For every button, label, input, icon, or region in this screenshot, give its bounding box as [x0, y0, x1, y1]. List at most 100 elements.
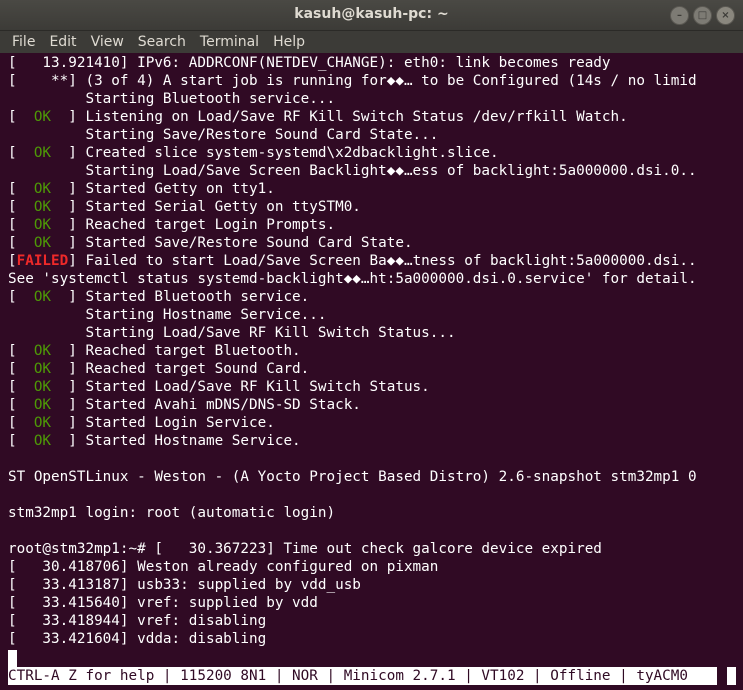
- status-ok: OK: [25, 361, 60, 377]
- terminal-line: [FAILED] Failed to start Load/Save Scree…: [8, 252, 741, 270]
- terminal-output[interactable]: [ 13.921410] IPv6: ADDRCONF(NETDEV_CHANG…: [0, 54, 741, 666]
- line-message: ] Started Bluetooth service.: [59, 289, 310, 305]
- status-ok: OK: [25, 415, 60, 431]
- menu-search[interactable]: Search: [131, 31, 193, 53]
- title-bar[interactable]: kasuh@kasuh-pc: ~ – □ ×: [0, 0, 743, 31]
- line-message: ] Started Getty on tty1.: [59, 181, 275, 197]
- menu-help[interactable]: Help: [266, 31, 312, 53]
- line-message: ] Started Serial Getty on ttySTM0.: [59, 199, 361, 215]
- menu-bar: File Edit View Search Terminal Help: [0, 31, 743, 53]
- line-text: [ 33.415640] vref: supplied by vdd: [8, 595, 318, 611]
- line-text: See 'systemctl status systemd-backlight◆…: [8, 271, 697, 287]
- terminal-line: [ OK ] Started Bluetooth service.: [8, 288, 741, 306]
- menu-file[interactable]: File: [0, 31, 42, 53]
- terminal-line: Starting Load/Save Screen Backlight◆◆…es…: [8, 162, 741, 180]
- line-text: [: [8, 181, 26, 197]
- status-ok: OK: [25, 379, 60, 395]
- terminal-line: See 'systemctl status systemd-backlight◆…: [8, 270, 741, 288]
- status-ok: OK: [25, 289, 60, 305]
- terminal-line: [ OK ] Reached target Sound Card.: [8, 360, 741, 378]
- line-text: [: [8, 199, 26, 215]
- line-text: [ 30.418706] Weston already configured o…: [8, 559, 439, 575]
- terminal-line: [ OK ] Started Serial Getty on ttySTM0.: [8, 198, 741, 216]
- status-bar-end: [727, 667, 736, 685]
- line-message: ] Created slice system-systemd\x2dbackli…: [59, 145, 499, 161]
- minimize-icon[interactable]: –: [670, 6, 689, 25]
- menu-edit[interactable]: Edit: [42, 31, 83, 53]
- line-text: Starting Hostname Service...: [8, 307, 327, 323]
- line-text: stm32mp1 login: root (automatic login): [8, 505, 336, 521]
- terminal-window: kasuh@kasuh-pc: ~ – □ × File Edit View S…: [0, 0, 743, 690]
- terminal-line: [ 33.415640] vref: supplied by vdd: [8, 594, 741, 612]
- terminal-line: [ OK ] Reached target Bluetooth.: [8, 342, 741, 360]
- line-text: [ **] (3 of 4) A start job is running fo…: [8, 73, 697, 89]
- terminal-line: [ 33.418944] vref: disabling: [8, 612, 741, 630]
- line-text: [ 13.921410] IPv6: ADDRCONF(NETDEV_CHANG…: [8, 55, 611, 71]
- terminal-line: [ OK ] Created slice system-systemd\x2db…: [8, 144, 741, 162]
- terminal-line: [ OK ] Started Save/Restore Sound Card S…: [8, 234, 741, 252]
- status-ok: OK: [25, 145, 60, 161]
- line-text: [: [8, 379, 26, 395]
- terminal-line: stm32mp1 login: root (automatic login): [8, 504, 741, 522]
- terminal-line: [ 33.413187] usb33: supplied by vdd_usb: [8, 576, 741, 594]
- status-ok: OK: [25, 217, 60, 233]
- terminal-line: Starting Hostname Service...: [8, 306, 741, 324]
- line-text: Starting Bluetooth service...: [8, 91, 336, 107]
- line-text: [ 33.421604] vdda: disabling: [8, 631, 267, 647]
- line-text: [: [8, 109, 26, 125]
- terminal-line: [ 30.418706] Weston already configured o…: [8, 558, 741, 576]
- status-ok: OK: [25, 181, 60, 197]
- line-text: Starting Load/Save Screen Backlight◆◆…es…: [8, 163, 697, 179]
- terminal-line: ST OpenSTLinux - Weston - (A Yocto Proje…: [8, 468, 741, 486]
- line-text: [: [8, 289, 26, 305]
- terminal-line: [ OK ] Listening on Load/Save RF Kill Sw…: [8, 108, 741, 126]
- terminal-line: [ OK ] Started Login Service.: [8, 414, 741, 432]
- menu-terminal[interactable]: Terminal: [193, 31, 266, 53]
- close-icon[interactable]: ×: [716, 6, 735, 25]
- line-text: root@stm32mp1:~# [ 30.367223] Time out c…: [8, 541, 602, 557]
- status-failed: FAILED: [16, 253, 69, 269]
- line-text: [: [8, 415, 26, 431]
- maximize-icon[interactable]: □: [693, 6, 712, 25]
- status-ok: OK: [25, 109, 60, 125]
- line-text: [: [8, 361, 26, 377]
- terminal-line: [ OK ] Started Getty on tty1.: [8, 180, 741, 198]
- window-title: kasuh@kasuh-pc: ~: [294, 6, 449, 22]
- line-message: ] Started Hostname Service.: [59, 433, 301, 449]
- line-message: ] Started Avahi mDNS/DNS-SD Stack.: [59, 397, 361, 413]
- terminal-line: Starting Load/Save RF Kill Switch Status…: [8, 324, 741, 342]
- minicom-status-bar: CTRL-A Z for help | 115200 8N1 | NOR | M…: [8, 667, 717, 685]
- line-text: [ 33.413187] usb33: supplied by vdd_usb: [8, 577, 361, 593]
- line-text: [: [8, 397, 26, 413]
- line-message: ] Reached target Sound Card.: [59, 361, 310, 377]
- terminal-line: Starting Bluetooth service...: [8, 90, 741, 108]
- status-ok: OK: [25, 397, 60, 413]
- terminal-line: [ OK ] Started Load/Save RF Kill Switch …: [8, 378, 741, 396]
- terminal-line: [ 13.921410] IPv6: ADDRCONF(NETDEV_CHANG…: [8, 54, 741, 72]
- line-message: ] Reached target Login Prompts.: [59, 217, 336, 233]
- line-message: ] Started Load/Save RF Kill Switch Statu…: [59, 379, 430, 395]
- line-message: ] Listening on Load/Save RF Kill Switch …: [59, 109, 628, 125]
- status-ok: OK: [25, 433, 60, 449]
- line-message: ] Failed to start Load/Save Screen Ba◆◆……: [68, 253, 697, 269]
- terminal-line: Starting Save/Restore Sound Card State..…: [8, 126, 741, 144]
- line-text: [: [8, 145, 26, 161]
- text-cursor: [8, 650, 17, 667]
- terminal-line: root@stm32mp1:~# [ 30.367223] Time out c…: [8, 540, 741, 558]
- line-text: [: [8, 217, 26, 233]
- line-text: [: [8, 433, 26, 449]
- terminal-line: [ 33.421604] vdda: disabling: [8, 630, 741, 648]
- line-text: Starting Load/Save RF Kill Switch Status…: [8, 325, 456, 341]
- status-ok: OK: [25, 199, 60, 215]
- line-text: [ 33.418944] vref: disabling: [8, 613, 267, 629]
- menu-view[interactable]: View: [84, 31, 131, 53]
- terminal-line: [ OK ] Started Hostname Service.: [8, 432, 741, 450]
- status-ok: OK: [25, 235, 60, 251]
- status-ok: OK: [25, 343, 60, 359]
- line-message: ] Reached target Bluetooth.: [59, 343, 301, 359]
- window-controls: – □ ×: [670, 6, 735, 25]
- terminal-line: [ **] (3 of 4) A start job is running fo…: [8, 72, 741, 90]
- terminal-line: [ OK ] Started Avahi mDNS/DNS-SD Stack.: [8, 396, 741, 414]
